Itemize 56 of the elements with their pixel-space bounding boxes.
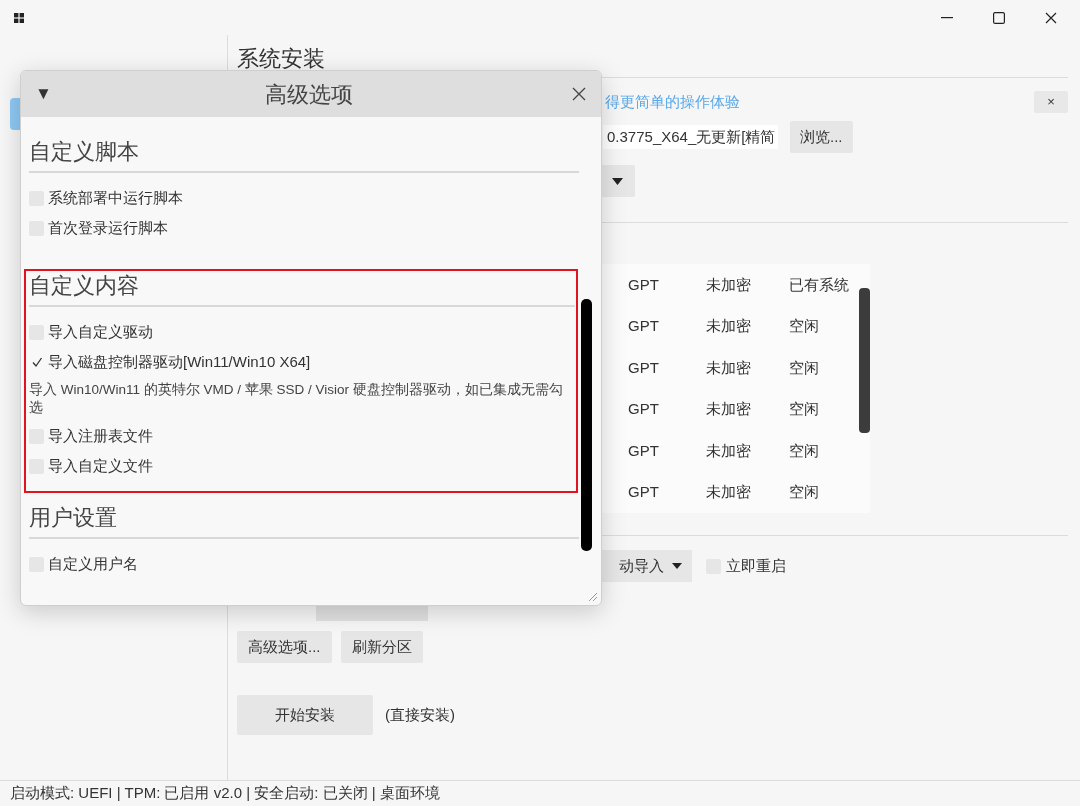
description-text: 导入 Win10/Win11 的英特尔 VMD / 苹果 SSD / Visior 硬盘控制器驱动，如已集成无需勾选 [29,381,564,417]
table-cell-text: GPT [628,357,660,378]
close-button[interactable] [571,86,587,102]
section-heading: 自定义内容 [29,272,140,300]
page-title: 系统安装 [237,45,326,73]
install-mode-note: (直接安装) [385,704,455,725]
dialog-title: 高级选项 [265,80,353,109]
close-icon [1045,11,1057,24]
table-cell-text: 空闲 [789,399,819,419]
table-cell-text: 空闲 [789,316,819,336]
table-cell-text: 未加密 [706,316,752,336]
table-cell-text: GPT [628,316,660,336]
check-icon [30,356,43,368]
checkbox-label: 自定义用户名 [48,553,138,574]
checkbox-label: 导入自定义驱动 [48,321,153,342]
scrollbar-thumb[interactable] [859,288,870,433]
checkbox-label: 导入磁盘控制器驱动[Win11/Win10 X64] [48,351,311,372]
close-icon [572,87,586,101]
checkbox-label: 导入自定义文件 [48,455,153,476]
close-banner-button[interactable]: × [1034,91,1068,113]
action-button[interactable]: 高级选项... [237,631,332,663]
table-cell-text: 未加密 [706,274,752,295]
table-cell-text: 未加密 [706,399,752,419]
checkbox-label: 首次登录运行脚本 [48,217,168,238]
browse-button[interactable]: 浏览... [790,121,853,153]
table-cell-text: GPT [628,274,660,295]
dropdown-button[interactable] [600,165,635,197]
resize-grip-icon [586,590,598,602]
table-cell-text: GPT [628,482,660,502]
table-cell-text: 未加密 [706,440,752,461]
image-path-field[interactable]: 0.3775_X64_无更新[精简 [603,125,778,149]
table-cell-text: GPT [628,440,660,461]
table-cell-text: 空闲 [789,357,819,378]
checkbox-label: 系统部署中运行脚本 [48,187,183,208]
checkbox-label: 导入注册表文件 [48,425,153,446]
table-cell-text: 已有系统 [789,274,849,295]
table-cell-text: 未加密 [706,482,752,502]
section-heading: 自定义脚本 [29,138,140,166]
sidebar-selection-indicator[interactable] [10,98,20,130]
table-cell-text: 空闲 [789,440,819,461]
collapse-button[interactable]: ▼ [35,81,52,107]
start-install-button[interactable]: 开始安装 [237,695,373,735]
app-icon [14,12,24,23]
table-cell-text: GPT [628,399,660,419]
caret-icon [672,563,682,569]
import-dropdown[interactable]: 动导入 [600,550,692,582]
table-cell-text: 空闲 [789,482,819,502]
maximize-icon [993,11,1005,24]
checkbox-label: 立即重启 [726,555,786,576]
section-heading: 用户设置 [29,504,118,532]
status-bar: 启动模式: UEFI | TPM: 已启用 v2.0 | 安全启动: 已关闭 | 桌面环境 [0,780,1080,806]
table-cell-text: 未加密 [706,357,752,378]
caret-icon [612,177,623,185]
minimize-icon [941,16,953,19]
scrollbar-thumb[interactable] [581,299,592,551]
action-button[interactable]: 刷新分区 [340,631,423,663]
